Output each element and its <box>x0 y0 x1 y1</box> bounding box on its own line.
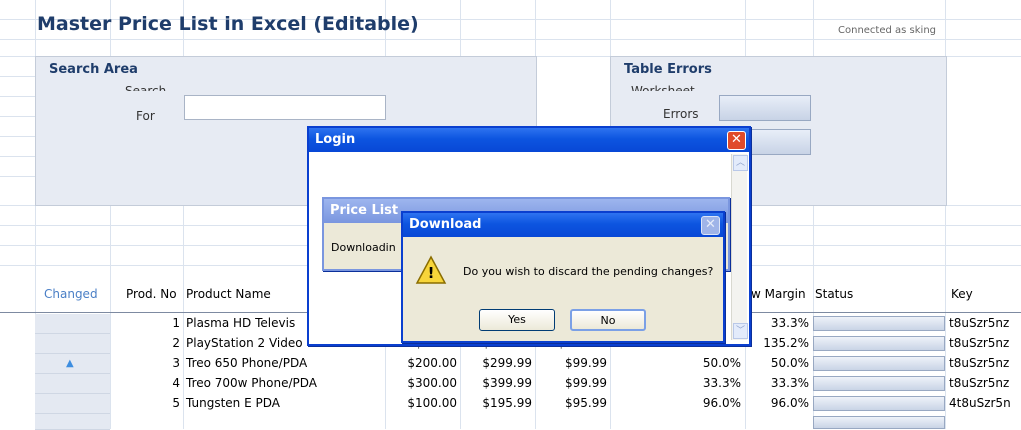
margin-cell: 96.0% <box>770 396 809 410</box>
product-name-cell: Treo 650 Phone/PDA <box>186 356 308 370</box>
prod-no-cell: 2 <box>172 336 180 350</box>
header-key: Key <box>951 287 973 301</box>
header-changed: Changed <box>44 287 98 301</box>
key-cell: t8uSzr5nz <box>949 316 1010 330</box>
cost-cell: $100.00 <box>407 396 457 410</box>
login-scrollbar[interactable]: ︿ ﹀ <box>731 154 748 340</box>
margin-cell: 135.2% <box>763 336 809 350</box>
connection-status: Connected as sking <box>838 25 937 36</box>
download-dialog[interactable]: Download ✕ ! Do you wish to discard the … <box>401 211 725 343</box>
margin-cell: 33.3% <box>770 376 809 390</box>
markup-cell: 33.3% <box>702 376 741 390</box>
margin-cell: 33.3% <box>770 316 809 330</box>
price-cell: $299.99 <box>482 356 532 370</box>
changed-cell <box>35 314 110 334</box>
markup-cell: 96.0% <box>702 396 741 410</box>
no-button[interactable]: No <box>570 309 646 331</box>
scroll-up-icon[interactable]: ︿ <box>733 155 748 171</box>
warning-symbol: ! <box>427 264 435 282</box>
download-title: Download <box>409 217 482 232</box>
scroll-down-icon[interactable]: ﹀ <box>733 323 748 339</box>
changed-cell <box>35 374 110 394</box>
prod-no-cell: 1 <box>172 316 180 330</box>
product-name-cell: Treo 700w Phone/PDA <box>186 376 317 390</box>
prod-no-cell: 3 <box>172 356 180 370</box>
status-cell[interactable] <box>813 416 945 429</box>
errors-label: Errors <box>663 107 699 121</box>
header-product-name: Product Name <box>186 287 271 301</box>
margin-cell: 50.0% <box>770 356 809 370</box>
cost-cell: $200.00 <box>407 356 457 370</box>
price-cell: $195.99 <box>482 396 532 410</box>
profit-cell: $99.99 <box>565 376 607 390</box>
page-title: Master Price List in Excel (Editable) <box>37 13 419 35</box>
profit-cell: $99.99 <box>565 356 607 370</box>
table-errors-title: Table Errors <box>624 62 712 77</box>
login-title: Login <box>315 132 356 147</box>
status-cell[interactable] <box>813 316 945 331</box>
download-close-icon[interactable]: ✕ <box>701 216 720 235</box>
key-cell: t8uSzr5nz <box>949 376 1010 390</box>
changed-cell <box>35 414 110 430</box>
prod-no-cell: 4 <box>172 376 180 390</box>
product-name-cell: Tungsten E PDA <box>186 396 280 410</box>
profit-cell: $95.99 <box>565 396 607 410</box>
search-area-title: Search Area <box>49 62 138 77</box>
status-cell[interactable] <box>813 356 945 371</box>
status-cell[interactable] <box>813 396 945 411</box>
worksheet-errors-button[interactable] <box>719 95 811 121</box>
markup-cell: 50.0% <box>702 356 741 370</box>
prod-no-cell: 5 <box>172 396 180 410</box>
pricelist-message: Downloadin <box>331 241 396 254</box>
download-message: Do you wish to discard the pending chang… <box>463 265 714 278</box>
table-errors-button-2[interactable] <box>746 129 811 155</box>
yes-button[interactable]: Yes <box>479 309 555 331</box>
pricelist-title: Price List <box>330 203 399 218</box>
status-cell[interactable] <box>813 376 945 391</box>
price-cell: $399.99 <box>482 376 532 390</box>
header-status: Status <box>815 287 854 301</box>
changed-cell <box>35 394 110 414</box>
header-prod-no: Prod. No <box>126 287 177 301</box>
login-close-icon[interactable]: ✕ <box>727 131 746 150</box>
changed-cell <box>35 334 110 354</box>
key-cell: t8uSzr5nz <box>949 336 1010 350</box>
login-title-bar[interactable]: Login <box>309 128 749 152</box>
status-cell[interactable] <box>813 336 945 351</box>
product-name-cell: Plasma HD Televis <box>186 316 296 330</box>
worksheet-label-top: Worksheet <box>631 84 695 91</box>
key-cell: 4t8uSzr5n <box>949 396 1011 410</box>
warning-icon: ! <box>415 255 447 285</box>
key-cell: t8uSzr5nz <box>949 356 1010 370</box>
search-input[interactable] <box>184 95 386 120</box>
cost-cell: $300.00 <box>407 376 457 390</box>
header-margin: w Margin <box>751 287 806 301</box>
download-title-bar[interactable]: Download <box>403 213 723 237</box>
up-triangle-icon: ▲ <box>66 358 74 369</box>
search-label-top: Search <box>125 84 167 91</box>
search-for-label: For <box>136 109 155 123</box>
